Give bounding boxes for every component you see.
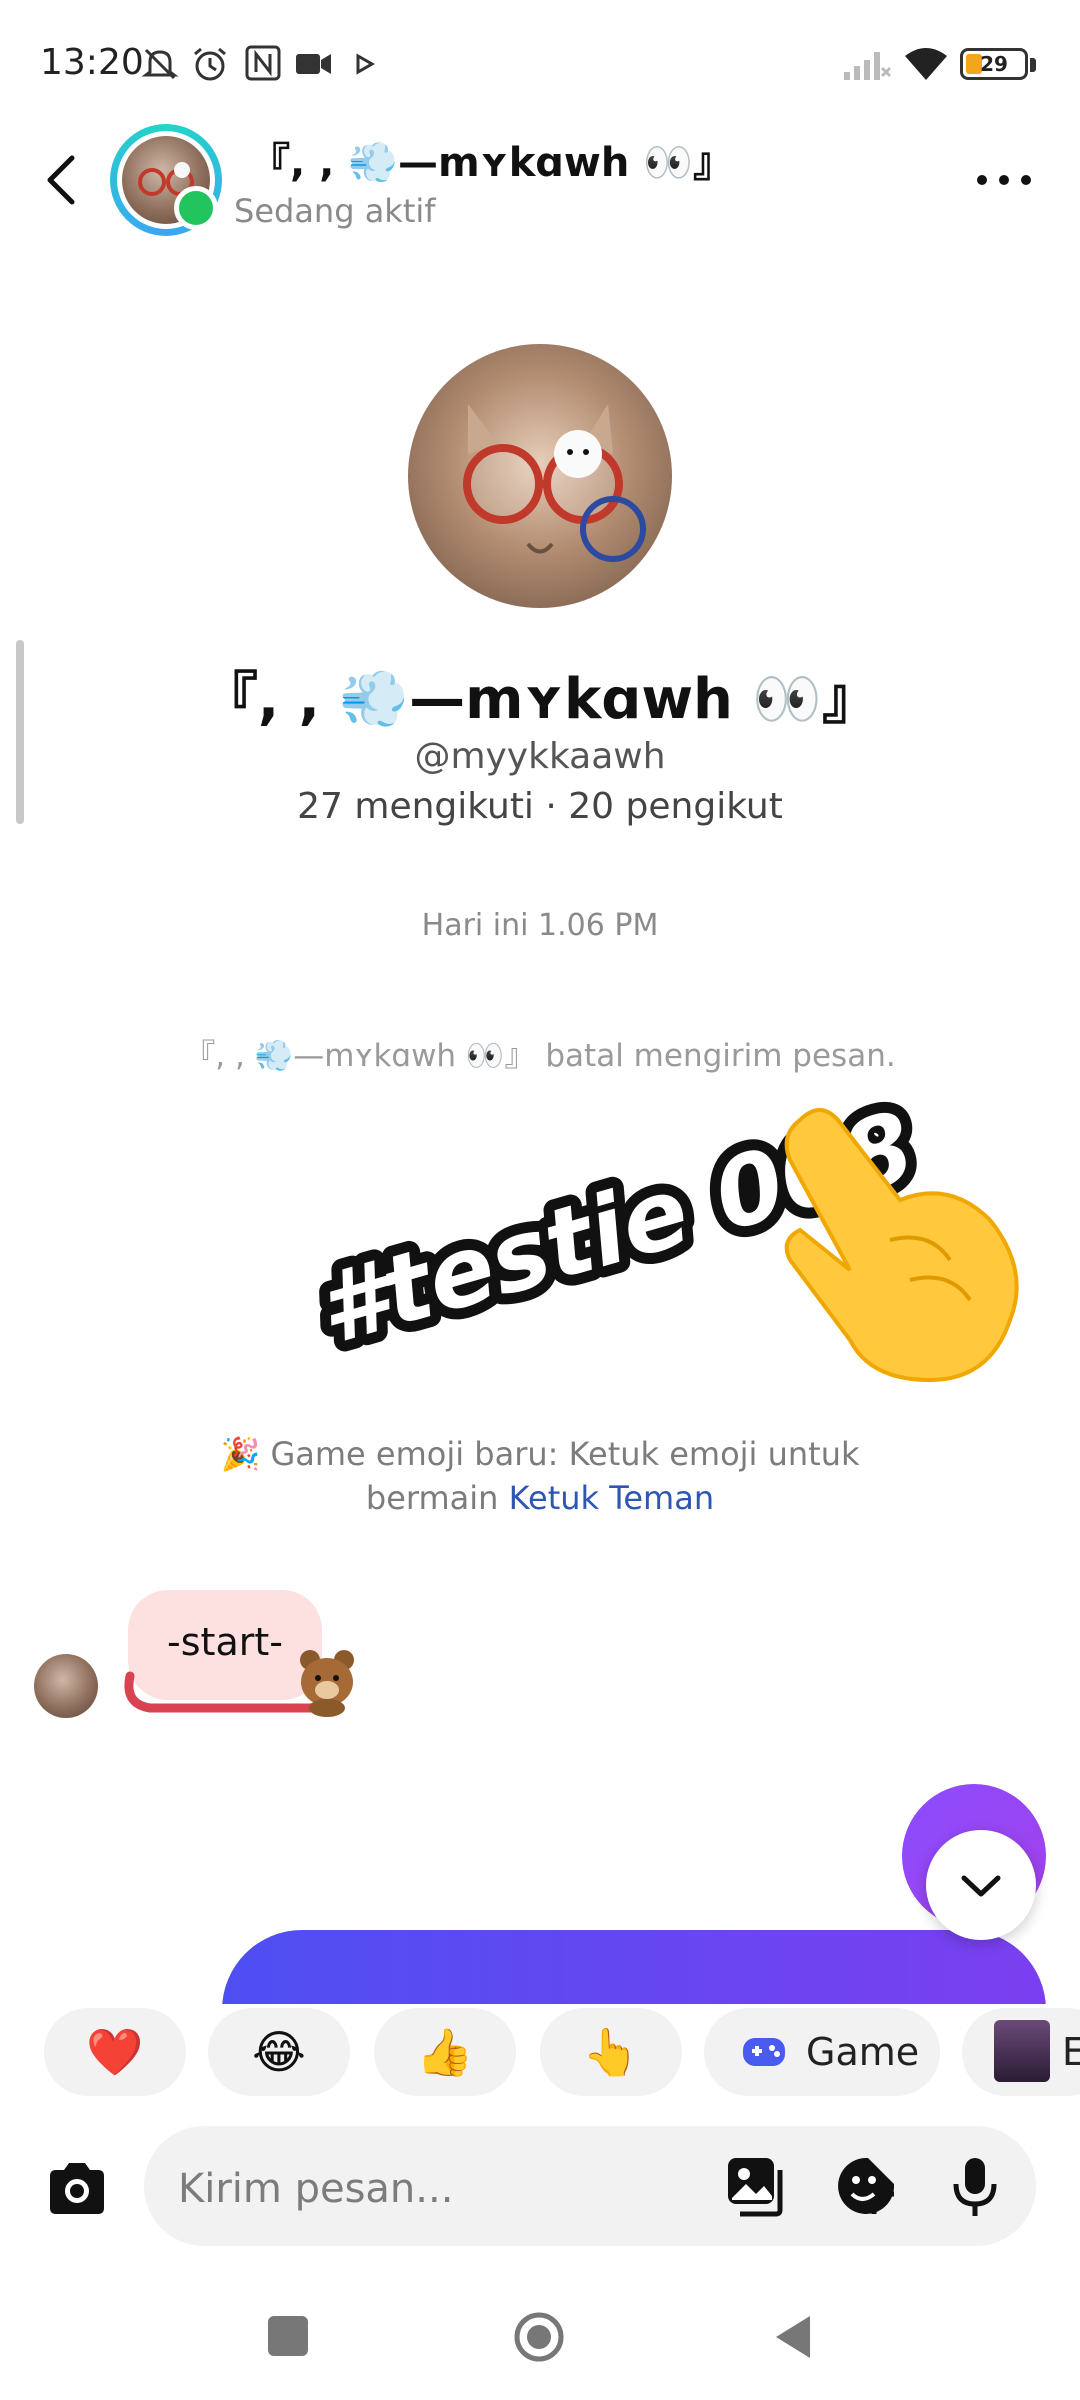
profile-handle: @myykkaawh [414, 736, 666, 777]
profile-photo[interactable] [408, 344, 672, 608]
effect-chip-label: E [1062, 2030, 1080, 2074]
recent-apps-button[interactable] [268, 2316, 308, 2356]
effect-thumbnail [994, 2020, 1050, 2082]
gallery-button[interactable] [724, 2154, 788, 2218]
video-icon [296, 54, 331, 74]
game-notice: 🎉 Game emoji baru: Ketuk emoji untuk ber… [180, 1432, 900, 1520]
laughing-face-icon: 😂 [252, 2025, 306, 2079]
more-options-button[interactable] [970, 160, 1040, 200]
battery-level: 29 [980, 52, 1008, 76]
home-button[interactable] [512, 2310, 566, 2364]
message-placeholder: Kirim pesan... [178, 2166, 454, 2212]
camera-button[interactable] [44, 2156, 110, 2222]
battery-tip [1030, 58, 1036, 72]
thumbs-up-icon: 👍 [416, 2025, 474, 2079]
status-bar: 13:20 29 [0, 0, 1080, 120]
sender-avatar[interactable] [34, 1654, 98, 1718]
sticker-button[interactable] [834, 2154, 898, 2218]
scroll-down-button[interactable] [926, 1830, 1036, 1940]
header-username[interactable]: 『, , 💨—mʏkɑwh 👀』 [250, 130, 733, 188]
new-message-banner[interactable] [222, 1930, 1046, 2010]
signal-icon [844, 52, 892, 80]
microphone-button[interactable] [948, 2154, 1002, 2218]
message-text: -start- [167, 1620, 283, 1664]
nav-back-button[interactable] [770, 2312, 814, 2362]
game-chip-label: Game [806, 2030, 920, 2074]
bell-off-icon [141, 48, 179, 80]
heart-icon: ❤️ [86, 2025, 144, 2079]
chat-timestamp: Hari ini 1.06 PM [421, 908, 659, 943]
profile-name: 『, , 💨—mʏkɑwh 👀』 [201, 667, 879, 732]
clock: 13:20 [40, 42, 144, 83]
tap-friend-link[interactable]: Ketuk Teman [509, 1479, 714, 1517]
wifi-icon [905, 48, 947, 80]
alarm-icon [194, 47, 226, 81]
pointing-up-icon: 👆 [582, 2025, 640, 2079]
nfc-icon [245, 45, 281, 81]
back-button[interactable] [38, 150, 86, 210]
testie-sticker[interactable]: #testie 008 [290, 1080, 1050, 1400]
active-status: Sedang aktif [234, 192, 436, 230]
play-icon [356, 53, 376, 75]
online-status-dot [174, 186, 218, 230]
chevron-down-icon [961, 1875, 1001, 1897]
cat-with-glasses-image [463, 404, 646, 562]
gamepad-icon [743, 2038, 785, 2066]
bear-sticker-icon [300, 1650, 354, 1717]
unsent-message-notice: 『, , 💨—mʏkɑwh 👀』 batal mengirim pesan. [184, 1038, 896, 1074]
battery-icon: 29 [960, 48, 1028, 80]
profile-stats: 27 mengikuti · 20 pengikut [297, 786, 783, 827]
